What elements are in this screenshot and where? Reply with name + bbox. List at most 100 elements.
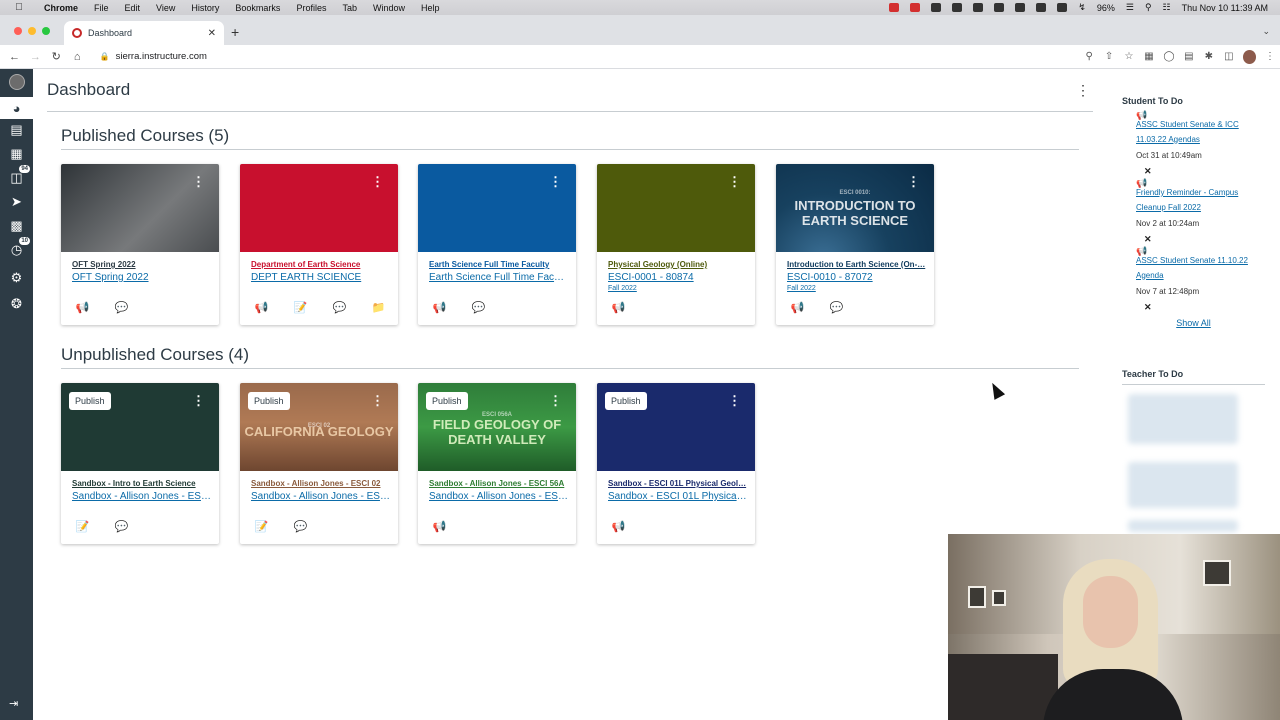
course-card[interactable]: Publish ⋮ Sandbox - ESCI 01L Physical Ge… [597, 383, 755, 544]
nav-courses[interactable]: ▤ [0, 119, 33, 141]
course-code-link[interactable]: OFT Spring 2022 [72, 272, 212, 283]
bluetooth-icon[interactable]: ↯ [1078, 2, 1086, 13]
discussions-icon[interactable]: 💬 [293, 520, 308, 533]
assignments-icon[interactable]: 📝 [293, 301, 308, 314]
collapse-nav-icon[interactable]: ⇥ [9, 697, 18, 710]
discussions-icon[interactable]: 💬 [829, 301, 844, 314]
announcements-megaphone-icon[interactable]: 📢 [611, 520, 626, 533]
publish-button[interactable]: Publish [605, 392, 647, 410]
menu-view[interactable]: View [156, 3, 175, 13]
nav-account[interactable] [0, 71, 33, 93]
course-code-link[interactable]: Sandbox - ESCI 01L Physical G… [608, 491, 748, 502]
nav-commons[interactable]: ▩ [0, 215, 33, 237]
discussions-icon[interactable]: 💬 [114, 301, 129, 314]
close-tab-icon[interactable]: ✕ [208, 28, 216, 39]
card-options-icon[interactable]: ⋮ [728, 393, 741, 409]
announcements-megaphone-icon[interactable]: 📢 [75, 301, 90, 314]
puzzle-extensions-icon[interactable]: ✱ [1199, 51, 1219, 62]
announcements-megaphone-icon[interactable]: 📢 [432, 520, 447, 533]
card-options-icon[interactable]: ⋮ [371, 174, 384, 190]
course-code-link[interactable]: ESCI-0010 - 87072 [787, 272, 927, 283]
control-center-icon[interactable]: ☷ [1163, 2, 1171, 13]
back-button[interactable]: ← [4, 51, 25, 63]
nav-help[interactable]: ❂ [0, 293, 33, 315]
course-name-link[interactable]: Physical Geology (Online) [608, 260, 748, 269]
menu-app-name[interactable]: Chrome [44, 3, 78, 13]
course-name-link[interactable]: Earth Science Full Time Faculty [429, 260, 569, 269]
app-tray-icon[interactable] [994, 3, 1005, 12]
bookmark-star-icon[interactable]: ☆ [1119, 51, 1139, 62]
profile-avatar[interactable] [1242, 49, 1257, 64]
share-icon[interactable]: ⇧ [1099, 51, 1119, 62]
app-tray-icon[interactable] [889, 3, 900, 12]
announcements-megaphone-icon[interactable]: 📢 [254, 301, 269, 314]
course-card[interactable]: ⋮ Department of Earth Science DEPT EARTH… [240, 164, 398, 325]
course-term[interactable]: Fall 2022 [608, 285, 637, 292]
todo-item-link[interactable]: ASSC Student Senate & ICC 11.03.22 Agend… [1136, 118, 1265, 147]
publish-button[interactable]: Publish [69, 392, 111, 410]
assignments-icon[interactable]: 📝 [254, 520, 269, 533]
wifi-icon[interactable]: ☰ [1126, 2, 1134, 13]
card-options-icon[interactable]: ⋮ [371, 393, 384, 409]
announcements-megaphone-icon[interactable]: 📢 [611, 301, 626, 314]
nav-studio[interactable]: ➤ [0, 191, 33, 213]
course-name-link[interactable]: Sandbox - Allison Jones - ESCI 56A [429, 479, 569, 488]
course-code-link[interactable]: DEPT EARTH SCIENCE [251, 272, 391, 283]
home-button[interactable]: ⌂ [67, 51, 88, 63]
app-tray-icon[interactable] [973, 3, 984, 12]
nav-inbox[interactable]: ◫ 94 [0, 165, 33, 189]
spotlight-search-icon[interactable]: ⚲ [1145, 2, 1152, 13]
course-code-link[interactable]: Sandbox - Allison Jones - ESCI… [429, 491, 569, 502]
discussions-icon[interactable]: 💬 [114, 520, 129, 533]
nav-tools[interactable]: ⚙ [0, 267, 33, 289]
publish-button[interactable]: Publish [248, 392, 290, 410]
card-options-icon[interactable]: ⋮ [549, 393, 562, 409]
display-icon[interactable] [1036, 3, 1047, 12]
course-name-link[interactable]: Introduction to Earth Science (On-… [787, 260, 927, 269]
course-card[interactable]: ⋮ Physical Geology (Online) ESCI-0001 - … [597, 164, 755, 325]
course-code-link[interactable]: Sandbox - Allison Jones - ESCI… [72, 491, 212, 502]
close-window-button[interactable] [14, 27, 22, 35]
course-card[interactable]: ESCI 02 CALIFORNIA GEOLOGY Publish ⋮ San… [240, 383, 398, 544]
publish-button[interactable]: Publish [426, 392, 468, 410]
apple-icon[interactable]:  [12, 2, 26, 13]
menu-profiles[interactable]: Profiles [296, 3, 326, 13]
course-card[interactable]: ESCI 0010: INTRODUCTION TO EARTH SCIENCE… [776, 164, 934, 325]
announcements-megaphone-icon[interactable]: 📢 [790, 301, 805, 314]
nav-dashboard[interactable]: ◕ [0, 97, 33, 119]
menu-file[interactable]: File [94, 3, 109, 13]
nav-calendar[interactable]: ▦ [0, 143, 33, 165]
course-code-link[interactable]: Earth Science Full Time Faculty [429, 272, 569, 283]
course-card[interactable]: ESCI 056A FIELD GEOLOGY OF DEATH VALLEY … [418, 383, 576, 544]
dashboard-options-icon[interactable]: ⋮ [1076, 82, 1090, 99]
browser-tab-dashboard[interactable]: Dashboard ✕ [64, 21, 224, 45]
course-name-link[interactable]: OFT Spring 2022 [72, 260, 212, 269]
extension-icon[interactable]: ◯ [1159, 51, 1179, 62]
course-name-link[interactable]: Sandbox - ESCI 01L Physical Geol… [608, 479, 748, 488]
dismiss-icon[interactable]: ✕ [1144, 165, 1265, 178]
announcements-megaphone-icon[interactable]: 📢 [432, 301, 447, 314]
menu-help[interactable]: Help [421, 3, 440, 13]
app-tray-icon[interactable] [952, 3, 963, 12]
menu-history[interactable]: History [191, 3, 219, 13]
browser-menu-icon[interactable]: ⋮ [1260, 51, 1280, 62]
course-name-link[interactable]: Sandbox - Intro to Earth Science [72, 479, 212, 488]
course-card[interactable]: ⋮ OFT Spring 2022 OFT Spring 2022 📢 💬 [61, 164, 219, 325]
menu-clock[interactable]: Thu Nov 10 11:39 AM [1182, 3, 1268, 13]
address-bar[interactable]: 🔒 sierra.instructure.com [96, 48, 1080, 66]
card-options-icon[interactable]: ⋮ [192, 393, 205, 409]
reload-button[interactable]: ↻ [46, 50, 67, 63]
todo-item-link[interactable]: Friendly Reminder - Campus Cleanup Fall … [1136, 186, 1265, 215]
minimize-window-button[interactable] [28, 27, 36, 35]
course-term[interactable]: Fall 2022 [787, 285, 816, 292]
menu-tab[interactable]: Tab [342, 3, 357, 13]
course-code-link[interactable]: ESCI-0001 - 80874 [608, 272, 748, 283]
card-options-icon[interactable]: ⋮ [907, 174, 920, 190]
card-options-icon[interactable]: ⋮ [192, 174, 205, 190]
menu-window[interactable]: Window [373, 3, 405, 13]
menu-bookmarks[interactable]: Bookmarks [235, 3, 280, 13]
todo-item-link[interactable]: ASSC Student Senate 11.10.22 Agenda [1136, 254, 1265, 283]
course-name-link[interactable]: Department of Earth Science [251, 260, 391, 269]
forward-button[interactable]: → [25, 51, 46, 63]
dismiss-icon[interactable]: ✕ [1144, 233, 1265, 246]
